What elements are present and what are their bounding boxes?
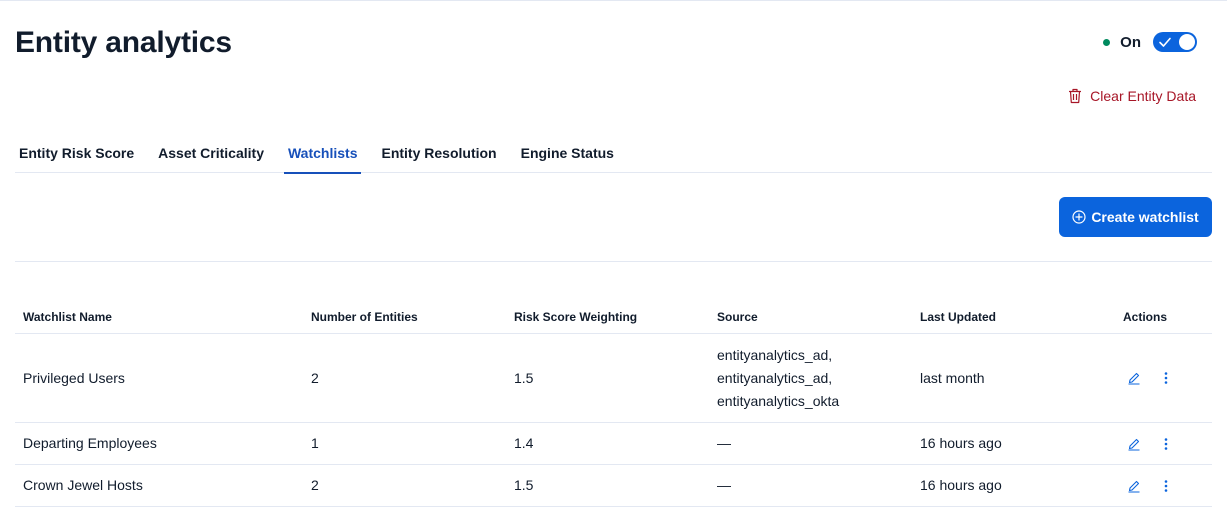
create-watchlist-button[interactable]: Create watchlist xyxy=(1059,197,1212,237)
plus-circle-icon xyxy=(1072,210,1086,224)
tab-engine-status[interactable]: Engine Status xyxy=(517,132,618,173)
entity-count: 2 xyxy=(311,369,319,386)
column-header-name[interactable]: Watchlist Name xyxy=(15,310,303,324)
last-updated: last month xyxy=(920,369,985,386)
source-line: entityanalytics_ad, xyxy=(717,346,833,363)
create-watchlist-label: Create watchlist xyxy=(1091,209,1199,225)
row-actions xyxy=(1115,479,1212,493)
column-header-weighting[interactable]: Risk Score Weighting xyxy=(506,310,709,324)
pencil-icon[interactable] xyxy=(1127,479,1141,493)
top-divider xyxy=(0,0,1227,1)
watchlist-name: Crown Jewel Hosts xyxy=(23,477,143,493)
table-row: Privileged Users 2 1.5 entityanalytics_a… xyxy=(15,334,1212,423)
table-header: Watchlist Name Number of Entities Risk S… xyxy=(15,300,1212,334)
last-updated: 16 hours ago xyxy=(920,477,1002,493)
entity-count: 2 xyxy=(311,477,319,493)
table-row: Crown Jewel Hosts 2 1.5 — 16 hours ago xyxy=(15,465,1212,507)
clear-entity-data-button[interactable]: Clear Entity Data xyxy=(1068,88,1196,104)
source: entityanalytics_ad, entityanalytics_ad, … xyxy=(709,344,912,413)
status-dot xyxy=(1103,38,1111,46)
table-row: Departing Employees 1 1.4 — 16 hours ago xyxy=(15,423,1212,465)
source-line: entityanalytics_okta xyxy=(717,392,840,409)
risk-weighting: 1.5 xyxy=(514,477,534,493)
pencil-icon[interactable] xyxy=(1127,437,1141,451)
section-divider xyxy=(15,261,1212,262)
more-vertical-icon[interactable] xyxy=(1159,479,1173,493)
check-icon xyxy=(1159,37,1171,47)
row-actions xyxy=(1115,371,1212,385)
more-vertical-icon[interactable] xyxy=(1159,371,1173,385)
watchlist-name: Privileged Users xyxy=(23,369,125,386)
status-control: On xyxy=(1103,32,1197,52)
last-updated: 16 hours ago xyxy=(920,435,1002,451)
source-line: entityanalytics_ad, xyxy=(717,369,833,386)
tab-asset-criticality[interactable]: Asset Criticality xyxy=(154,132,268,173)
status-label: On xyxy=(1120,33,1141,51)
column-header-entities[interactable]: Number of Entities xyxy=(303,310,506,324)
clear-entity-data-label: Clear Entity Data xyxy=(1090,88,1196,104)
tab-entity-risk-score[interactable]: Entity Risk Score xyxy=(15,132,138,173)
trash-icon xyxy=(1069,88,1082,104)
risk-weighting: 1.4 xyxy=(514,435,534,451)
source: — xyxy=(717,435,731,451)
entity-count: 1 xyxy=(311,435,319,451)
column-header-source[interactable]: Source xyxy=(709,310,912,324)
column-header-actions: Actions xyxy=(1123,309,1168,324)
pencil-icon[interactable] xyxy=(1127,371,1141,385)
tab-entity-resolution[interactable]: Entity Resolution xyxy=(377,132,500,173)
row-actions xyxy=(1115,437,1212,451)
page-title: Entity analytics xyxy=(15,26,232,59)
watchlist-name: Departing Employees xyxy=(23,435,157,451)
column-header-updated[interactable]: Last Updated xyxy=(912,310,1115,324)
risk-weighting: 1.5 xyxy=(514,369,534,386)
entity-analytics-toggle[interactable] xyxy=(1153,32,1197,52)
tab-watchlists[interactable]: Watchlists xyxy=(283,132,362,174)
more-vertical-icon[interactable] xyxy=(1159,437,1173,451)
tab-bar: Entity Risk Score Asset Criticality Watc… xyxy=(15,132,1212,174)
source: — xyxy=(717,477,731,493)
watchlists-table: Watchlist Name Number of Entities Risk S… xyxy=(15,300,1212,507)
toggle-knob xyxy=(1179,34,1195,50)
